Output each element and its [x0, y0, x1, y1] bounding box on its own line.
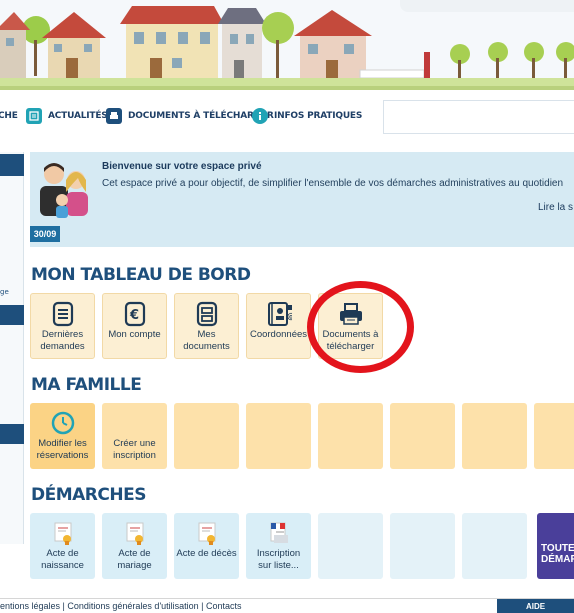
nav-item-home[interactable]: CHE: [0, 105, 18, 127]
header-banner: [0, 0, 574, 90]
tile-label: Acte de naissance: [41, 548, 84, 571]
news-icon: [26, 108, 42, 124]
nav-label: INFOS PRATIQUES: [274, 111, 363, 121]
printer-icon: [106, 108, 122, 124]
tile-label: Acte de décès: [176, 548, 237, 559]
ballot-icon: [266, 520, 292, 546]
tile-modify-reservations[interactable]: Modifier les réservations: [30, 403, 95, 469]
list-icon: [50, 301, 76, 327]
tile-label: Modifier les réservations: [36, 438, 89, 461]
sidebar-item-label[interactable]: ge: [0, 288, 9, 296]
tile-label: Dernières demandes: [40, 329, 85, 352]
family-avatar-icon: [40, 163, 88, 218]
svg-text:€: €: [129, 308, 139, 323]
tile-empty: [390, 513, 455, 579]
section-title-dashboard: MON TABLEAU DE BORD: [31, 265, 251, 285]
tile-label: Mon compte: [108, 329, 161, 340]
footer-links[interactable]: entions légales | Conditions générales d…: [0, 601, 242, 611]
tile-my-account[interactable]: € Mon compte: [102, 293, 167, 359]
help-button[interactable]: AIDE: [497, 599, 574, 613]
tile-empty: [318, 513, 383, 579]
village-illustration: [0, 0, 574, 90]
nav-item-practical-info[interactable]: INFOS PRATIQUES: [252, 105, 362, 127]
nav-label: CHE: [0, 111, 18, 121]
tile-label: Créer une inscription: [113, 438, 156, 461]
contact-book-icon: @: [266, 301, 292, 327]
nav-label: ACTUALITÉS: [48, 111, 108, 121]
printer-icon: [338, 301, 364, 327]
section-title-procedures: DÉMARCHES: [31, 485, 146, 505]
clock-icon: [50, 410, 76, 436]
section-title-family: MA FAMILLE: [31, 375, 142, 395]
tile-label: Documents à télécharger: [322, 329, 379, 352]
footer: entions légales | Conditions générales d…: [0, 598, 574, 613]
search-input[interactable]: [383, 100, 574, 134]
tile-label: Inscription sur liste...: [256, 548, 301, 571]
documents-icon: [194, 301, 220, 327]
tile-empty: [174, 403, 239, 469]
tile-contact-details[interactable]: @ Coordonnées: [246, 293, 311, 359]
tile-marriage-certificate[interactable]: Acte de mariage: [102, 513, 167, 579]
svg-text:@: @: [287, 312, 292, 321]
sidebar: ge: [0, 152, 24, 544]
welcome-title: Bienvenue sur votre espace privé: [102, 161, 262, 172]
tile-label: Mes documents: [183, 329, 230, 352]
tile-my-documents[interactable]: Mes documents: [174, 293, 239, 359]
date-badge: 30/09: [30, 226, 60, 242]
certificate-icon: [194, 520, 220, 546]
euro-icon: €: [122, 301, 148, 327]
welcome-banner: Bienvenue sur votre espace privé Cet esp…: [30, 152, 574, 247]
tile-create-registration[interactable]: Créer une inscription: [102, 403, 167, 469]
tile-death-certificate[interactable]: Acte de décès: [174, 513, 239, 579]
all-procedures-label: TOUTESDÉMARC: [541, 543, 574, 565]
header-top-bar: [400, 0, 574, 12]
tile-electoral-registration[interactable]: Inscription sur liste...: [246, 513, 311, 579]
tile-birth-certificate[interactable]: Acte de naissance: [30, 513, 95, 579]
tile-empty: [462, 403, 527, 469]
tile-recent-requests[interactable]: Dernières demandes: [30, 293, 95, 359]
all-procedures-button[interactable]: TOUTESDÉMARC: [537, 513, 574, 579]
sidebar-block[interactable]: [0, 154, 24, 176]
tile-empty: [534, 403, 574, 469]
tile-empty: [462, 513, 527, 579]
sidebar-block[interactable]: [0, 305, 24, 325]
welcome-description: Cet espace privé a pour objectif, de sim…: [102, 178, 564, 189]
info-icon: [252, 108, 268, 124]
tile-documents-to-download[interactable]: Documents à télécharger: [318, 293, 383, 359]
tile-label: Coordonnées: [249, 329, 308, 340]
read-more-link[interactable]: Lire la s: [538, 202, 573, 213]
nav-item-downloads[interactable]: DOCUMENTS À TÉLÉCHARGER: [106, 105, 274, 127]
sidebar-block[interactable]: [0, 424, 24, 444]
certificate-icon: [50, 520, 76, 546]
nav-item-news[interactable]: ACTUALITÉS: [26, 105, 108, 127]
tile-label: Acte de mariage: [117, 548, 152, 571]
tile-empty: [390, 403, 455, 469]
tile-empty: [246, 403, 311, 469]
tile-empty: [318, 403, 383, 469]
certificate-icon: [122, 520, 148, 546]
